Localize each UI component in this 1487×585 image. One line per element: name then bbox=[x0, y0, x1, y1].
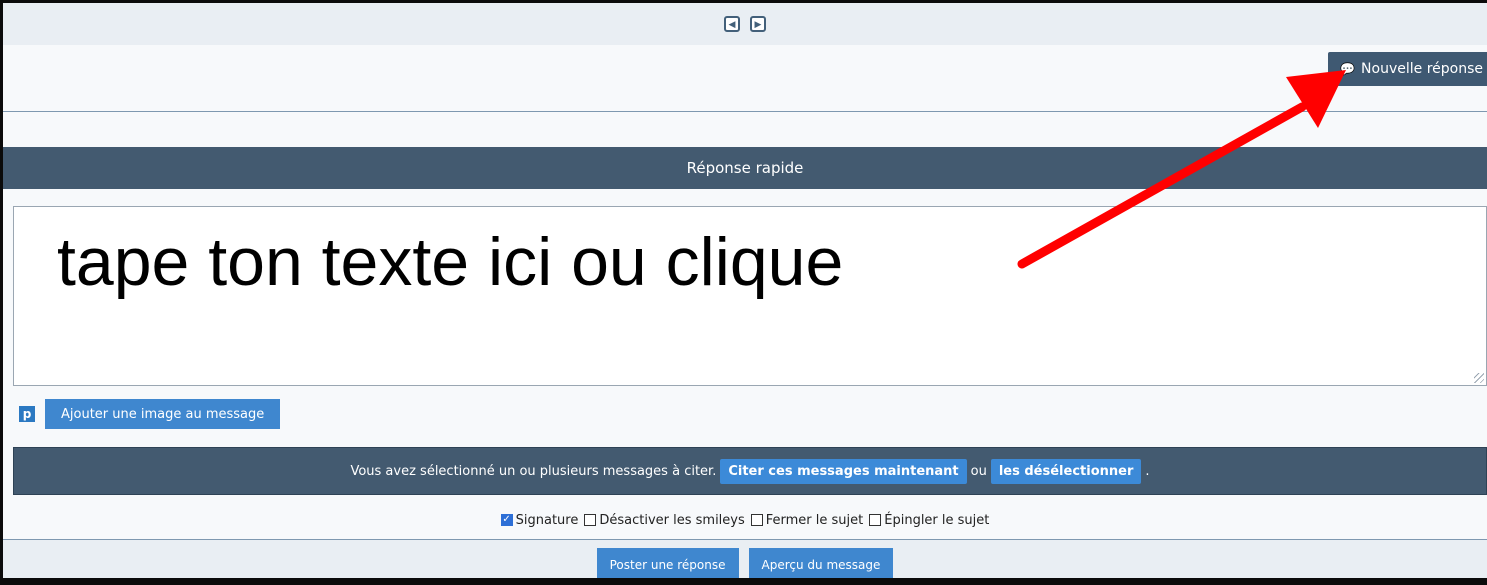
option-pin-topic[interactable]: Épingler le sujet bbox=[869, 513, 989, 528]
deselect-button[interactable]: les désélectionner bbox=[990, 458, 1142, 484]
quote-message: Vous avez sélectionné un ou plusieurs me… bbox=[350, 463, 717, 479]
option-label: Fermer le sujet bbox=[765, 512, 864, 528]
option-signature[interactable]: ✓ Signature bbox=[500, 512, 579, 528]
add-image-button[interactable]: Ajouter une image au message bbox=[45, 399, 281, 429]
topic-toolbar: 💬 Nouvelle réponse bbox=[3, 45, 1487, 111]
cite-messages-button[interactable]: Citer ces messages maintenant bbox=[720, 458, 967, 484]
submit-buttons: Poster une réponse Aperçu du message bbox=[3, 548, 1487, 578]
resize-handle[interactable] bbox=[1474, 373, 1484, 383]
arrow-right-icon[interactable]: ▶ bbox=[750, 16, 766, 32]
new-reply-button[interactable]: 💬 Nouvelle réponse bbox=[1328, 52, 1487, 86]
reply-textarea[interactable]: tape ton texte ici ou clique bbox=[13, 206, 1487, 386]
option-label: Signature bbox=[515, 512, 579, 528]
image-upload-row: p Ajouter une image au message bbox=[19, 399, 281, 429]
checkbox-close-topic[interactable] bbox=[750, 514, 763, 526]
option-disable-smileys[interactable]: Désactiver les smileys bbox=[584, 512, 745, 528]
post-reply-button[interactable]: Poster une réponse bbox=[596, 548, 739, 578]
quote-end: . bbox=[1145, 463, 1150, 479]
new-reply-label: Nouvelle réponse bbox=[1361, 61, 1483, 77]
quote-selection-bar: Vous avez sélectionné un ou plusieurs me… bbox=[13, 447, 1487, 495]
preview-label: Aperçu du message bbox=[761, 558, 881, 572]
quick-reply-header: Réponse rapide bbox=[3, 147, 1487, 189]
checkbox-disable-smileys[interactable] bbox=[584, 514, 597, 526]
forum-page: ◀ ▶ 💬 Nouvelle réponse Réponse rapide ta… bbox=[3, 3, 1487, 578]
quote-or: ou bbox=[970, 463, 987, 479]
editor-annotation-text: tape ton texte ici ou clique bbox=[57, 224, 844, 300]
option-label: Désactiver les smileys bbox=[599, 512, 745, 528]
add-image-label: Ajouter une image au message bbox=[61, 406, 265, 422]
option-label: Épingler le sujet bbox=[884, 512, 990, 528]
checkbox-pin-topic[interactable] bbox=[869, 514, 882, 526]
checkbox-signature[interactable]: ✓ bbox=[500, 514, 513, 526]
preview-button[interactable]: Aperçu du message bbox=[748, 548, 894, 578]
chat-bubbles-icon: 💬 bbox=[1340, 62, 1356, 76]
pagination-strip: ◀ ▶ bbox=[3, 3, 1487, 45]
option-close-topic[interactable]: Fermer le sujet bbox=[750, 512, 864, 528]
post-reply-label: Poster une réponse bbox=[609, 558, 726, 572]
quick-reply-title: Réponse rapide bbox=[686, 159, 804, 177]
arrow-left-icon[interactable]: ◀ bbox=[724, 16, 740, 32]
divider bbox=[3, 111, 1487, 112]
post-options: ✓ Signature Désactiver les smileys Ferme… bbox=[3, 508, 1487, 532]
p-icon[interactable]: p bbox=[19, 406, 35, 422]
